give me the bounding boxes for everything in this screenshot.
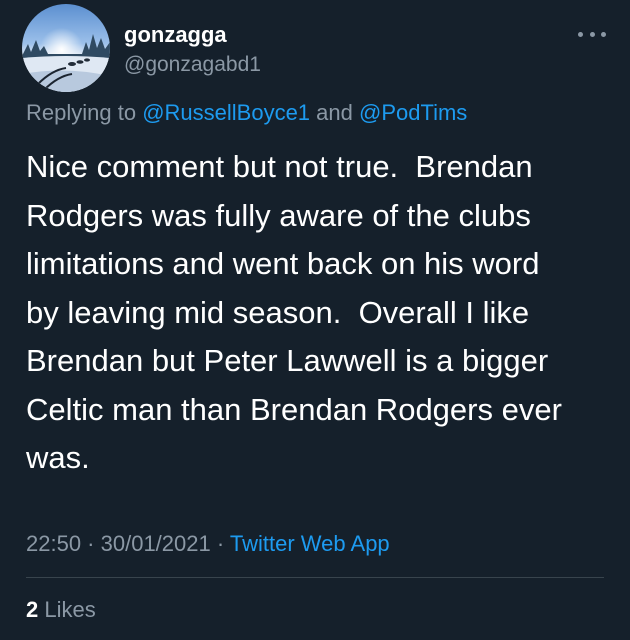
divider (26, 577, 604, 578)
tweet-text: Nice comment but not true. Brendan Rodge… (26, 149, 562, 475)
reply-context: Replying to @RussellBoyce1 and @PodTims (26, 99, 467, 127)
likes-count: 2 (26, 597, 39, 622)
tweet-source-link[interactable]: Twitter Web App (230, 531, 390, 556)
winter-sled-dogs-avatar-image (22, 4, 110, 92)
more-options-button[interactable] (578, 24, 606, 44)
tweet-time[interactable]: 22:50 (26, 531, 81, 556)
more-dot-icon (601, 31, 606, 37)
tweet-meta: 22:50 · 30/01/2021 · Twitter Web App (26, 530, 390, 558)
likes-label: Likes (38, 597, 96, 622)
meta-separator: · (81, 531, 101, 556)
tweet-date[interactable]: 30/01/2021 (101, 531, 211, 556)
tweet-detail: gonzagga @gonzagabd1 Replying to @Russel… (0, 0, 630, 640)
reply-joiner: and (310, 100, 359, 125)
mention-link-podtims[interactable]: @PodTims (359, 100, 467, 125)
avatar[interactable] (22, 4, 110, 92)
author-display-name[interactable]: gonzagga (124, 22, 227, 48)
meta-separator-2: · (210, 531, 230, 556)
reply-prefix: Replying to (26, 100, 143, 125)
mention-link-russellboyce1[interactable]: @RussellBoyce1 (142, 100, 310, 125)
likes-link[interactable]: 2 Likes (26, 596, 96, 624)
more-dot-icon (578, 31, 583, 37)
more-dot-icon (589, 31, 595, 37)
author-handle[interactable]: @gonzagabd1 (124, 52, 261, 78)
